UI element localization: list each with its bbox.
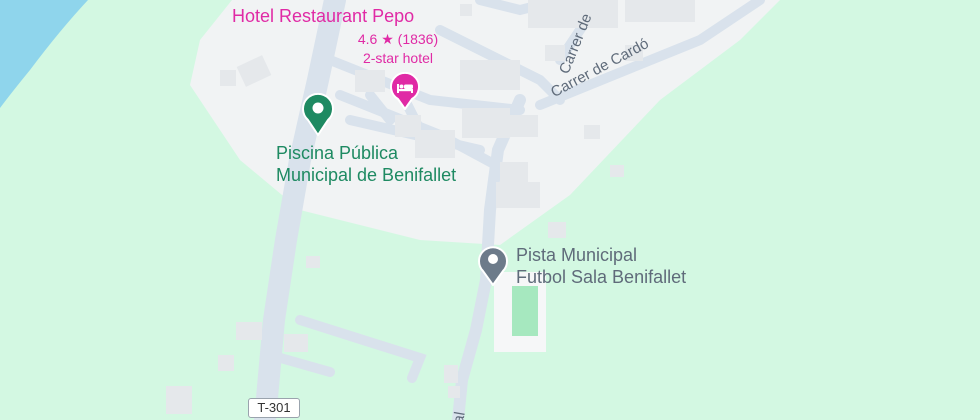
pool-label-line2[interactable]: Municipal de Benifallet: [276, 164, 456, 186]
pool-label-line1[interactable]: Piscina Pública: [276, 142, 398, 164]
river-water: [0, 0, 88, 108]
route-shield: T-301: [248, 398, 300, 418]
sports-pitch: [512, 286, 538, 336]
map-pin-icon[interactable]: [300, 92, 336, 136]
map-base-layer: [0, 0, 780, 420]
futsal-label-line1[interactable]: Pista Municipal: [516, 244, 637, 266]
map-canvas[interactable]: Hotel Restaurant Pepo 4.6 ★ (1836) 2-sta…: [0, 0, 980, 420]
hotel-name-label[interactable]: Hotel Restaurant Pepo: [232, 6, 414, 26]
bed-icon[interactable]: [387, 72, 423, 110]
hotel-rating-label: 4.6 ★ (1836): [357, 31, 439, 47]
futsal-label-line2[interactable]: Futbol Sala Benifallet: [516, 266, 686, 288]
map-pin-icon[interactable]: [476, 244, 510, 286]
hotel-type-label: 2-star hotel: [362, 50, 434, 66]
